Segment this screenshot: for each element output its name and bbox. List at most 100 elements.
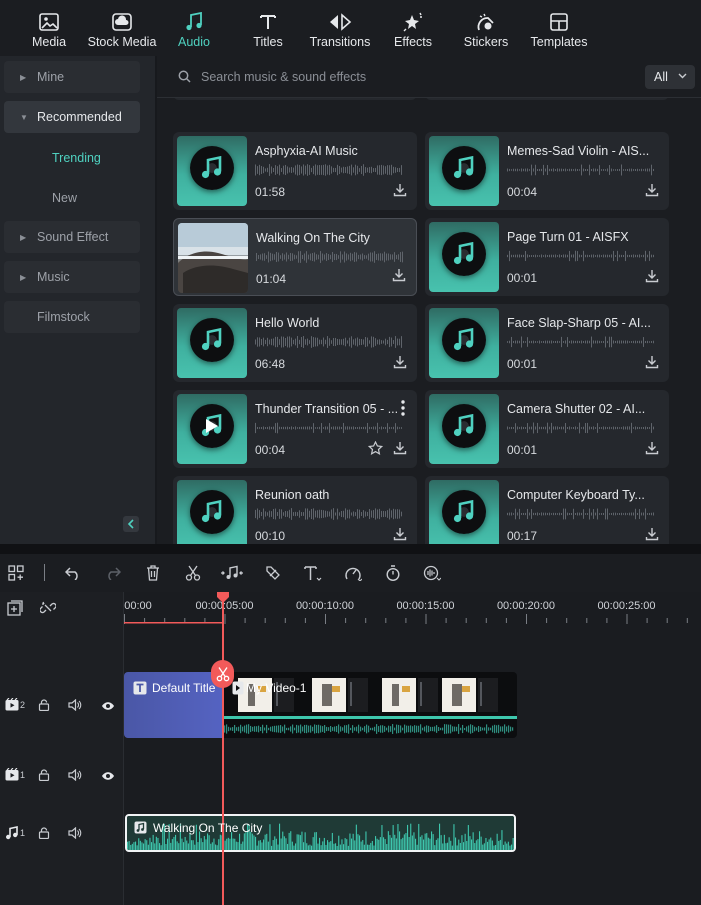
more-options-icon[interactable] — [401, 400, 405, 419]
templates-icon — [549, 11, 569, 33]
download-icon[interactable] — [393, 441, 407, 458]
tab-transitions[interactable]: Transitions — [309, 0, 371, 56]
audio-duration: 00:04 — [255, 443, 286, 457]
download-icon[interactable] — [645, 441, 659, 458]
download-icon[interactable] — [645, 183, 659, 200]
audio-thumbnail — [178, 223, 248, 293]
download-icon[interactable] — [645, 527, 659, 544]
playhead-line[interactable] — [222, 600, 224, 905]
play-icon[interactable] — [205, 418, 219, 434]
audio-title: Asphyxia-AI Music — [255, 144, 358, 158]
panel-divider[interactable] — [0, 544, 701, 554]
download-icon[interactable] — [393, 527, 407, 544]
split-button[interactable] — [183, 563, 203, 583]
tab-titles[interactable]: Titles — [253, 0, 283, 56]
undo-button[interactable] — [63, 563, 83, 583]
audio-thumbnail — [429, 222, 499, 292]
download-icon[interactable] — [645, 355, 659, 372]
lock-icon[interactable] — [38, 769, 50, 784]
video-clip-icon — [232, 681, 244, 695]
audio-title: Memes-Sad Violin - AIS... — [507, 144, 650, 158]
title-t-icon — [133, 681, 147, 695]
speed-gauge-icon — [345, 567, 362, 581]
audio-clip[interactable]: Walking On The City — [125, 814, 516, 852]
media-icon — [39, 11, 59, 33]
speaker-icon[interactable] — [68, 698, 82, 714]
tab-templates[interactable]: Templates — [530, 0, 588, 56]
tag-icon — [266, 566, 280, 580]
video-track-icon — [5, 697, 19, 714]
audio-title: Walking On The City — [256, 231, 370, 245]
lock-icon[interactable] — [38, 827, 50, 842]
audio-wave-icon — [423, 565, 441, 581]
audio-card[interactable]: Memes-Sad Violin - AIS... 00:04 — [425, 132, 669, 210]
filter-select[interactable]: All — [645, 65, 695, 89]
ruler-time-label: 00:00:25:00 — [597, 600, 656, 612]
audio-card[interactable]: Face Slap-Sharp 05 - AI... 00:01 — [425, 304, 669, 382]
audio-card[interactable]: Asphyxia-AI Music 01:58 — [173, 132, 417, 210]
text-button[interactable] — [303, 563, 323, 583]
time-ruler[interactable]: 00:00 00:00:05:00 00:00:10:00 00:00:15:00 00… — [124, 592, 701, 624]
tab-audio[interactable]: Audio — [177, 0, 211, 56]
audio-card[interactable]: Hello World 06:48 — [173, 304, 417, 382]
tab-stickers[interactable]: Stickers — [463, 0, 509, 56]
link-button[interactable] — [38, 598, 58, 618]
redo-icon — [108, 567, 121, 580]
sidebar-item-music[interactable]: ▶ Music — [4, 261, 140, 293]
add-track-button[interactable] — [5, 598, 25, 618]
tab-stickers-label: Stickers — [463, 35, 509, 49]
audio-title: Camera Shutter 02 - AI... — [507, 402, 646, 416]
lock-icon[interactable] — [38, 699, 50, 714]
title-clip[interactable]: Default Title — [124, 672, 224, 738]
layout-button[interactable] — [6, 563, 26, 583]
add-track-icon — [7, 600, 23, 616]
speaker-icon[interactable] — [68, 768, 82, 784]
sidebar-item-sound-effect[interactable]: ▶ Sound Effect — [4, 221, 140, 253]
speed-button[interactable] — [343, 563, 363, 583]
audio-card[interactable]: Thunder Transition 05 - ... 00:04 — [173, 390, 417, 468]
sidebar-item-mine[interactable]: ▶ Mine — [4, 61, 140, 93]
tab-templates-label: Templates — [530, 35, 588, 49]
download-icon[interactable] — [645, 269, 659, 286]
sidebar-item-recommended[interactable]: ▼ Recommended — [4, 101, 140, 133]
download-icon[interactable] — [393, 183, 407, 200]
eye-icon[interactable] — [101, 700, 115, 714]
sidebar-subitem-new[interactable]: New — [52, 191, 77, 205]
eye-icon[interactable] — [101, 770, 115, 784]
tab-transitions-label: Transitions — [309, 35, 371, 49]
audio-thumbnail — [429, 136, 499, 206]
video-clip[interactable]: My Video-1 — [224, 672, 517, 738]
unlink-icon — [40, 601, 56, 614]
sidebar-item-label: Filmstock — [37, 310, 90, 324]
audio-thumbnail — [177, 308, 247, 378]
audio-card[interactable]: Computer Keyboard Ty... 00:17 — [425, 476, 669, 544]
text-t-icon — [304, 566, 322, 581]
tag-button[interactable] — [263, 563, 283, 583]
delete-button[interactable] — [143, 563, 163, 583]
tab-effects[interactable]: Effects — [394, 0, 432, 56]
sidebar-subitem-trending[interactable]: Trending — [52, 151, 101, 165]
audio-card[interactable]: Walking On The City 01:04 — [173, 218, 417, 296]
sidebar-item-filmstock[interactable]: Filmstock — [4, 301, 140, 333]
tab-media[interactable]: Media — [32, 0, 66, 56]
playhead-handle[interactable] — [216, 591, 230, 603]
collapse-sidebar-button[interactable] — [123, 516, 139, 532]
audio-card[interactable]: Camera Shutter 02 - AI... 00:01 — [425, 390, 669, 468]
split-handle[interactable] — [211, 660, 234, 688]
search-input[interactable] — [201, 67, 621, 87]
duration-button[interactable] — [383, 563, 403, 583]
download-icon[interactable] — [392, 268, 406, 285]
audio-card[interactable]: Page Turn 01 - AISFX 00:01 — [425, 218, 669, 296]
audio-effect-button[interactable] — [422, 563, 442, 583]
audio-card[interactable]: Reunion oath 00:10 — [173, 476, 417, 544]
caret-down-icon: ▼ — [20, 112, 28, 122]
tab-stock-media[interactable]: Stock Media — [88, 0, 156, 56]
audio-thumbnail — [177, 136, 247, 206]
tab-effects-label: Effects — [394, 35, 432, 49]
download-icon[interactable] — [393, 355, 407, 372]
audio-split-button[interactable] — [220, 563, 244, 583]
favorite-star-icon[interactable] — [367, 440, 384, 458]
redo-button[interactable] — [103, 563, 123, 583]
caret-right-icon: ▶ — [20, 72, 27, 82]
speaker-icon[interactable] — [68, 826, 82, 842]
